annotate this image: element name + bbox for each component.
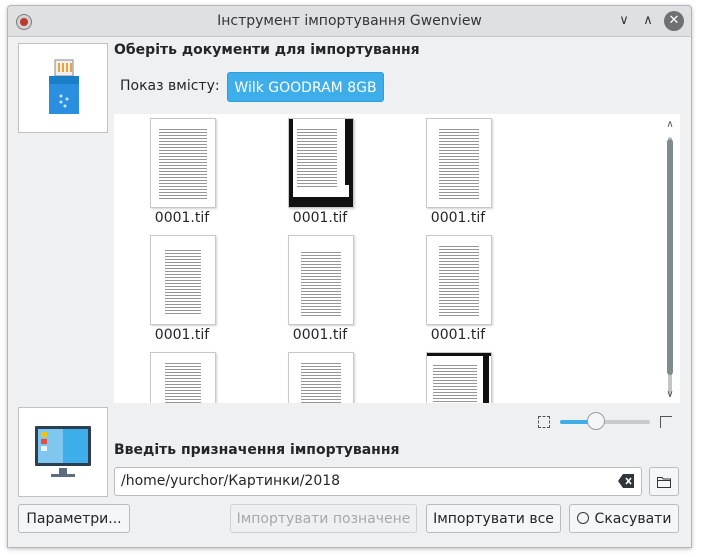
import-selected-button[interactable]: Імпортувати позначене [230, 504, 417, 533]
zoom-out-icon[interactable] [538, 416, 550, 428]
destination-heading: Введіть призначення імпортування [114, 442, 400, 458]
usb-drive-icon [49, 59, 79, 114]
thumbnail-image[interactable] [426, 235, 492, 325]
thumbnail-caption: 0001.tif [292, 327, 348, 343]
thumbnail-gallery[interactable]: 0001.tif 0001.tif 0001.tif 0001.tif 0001… [114, 114, 680, 403]
thumbnail-image[interactable] [150, 352, 216, 403]
gallery-scrollbar[interactable]: ∧ ∨ [665, 119, 675, 401]
device-select-button[interactable]: Wilk GOODRAM 8GB [227, 72, 384, 102]
show-content-label: Показ вмісту: [120, 78, 220, 94]
scroll-down-arrow-icon[interactable]: ∨ [665, 389, 675, 401]
thumbnail-caption: 0001.tif [292, 210, 348, 226]
import-dialog-window: Інструмент імпортування Gwenview ∨ ∧ ✕ О… [7, 5, 692, 548]
cancel-circle-icon [576, 512, 589, 524]
source-heading: Оберіть документи для імпортування [114, 42, 420, 58]
thumbnail-image[interactable] [288, 352, 354, 403]
source-device-frame [18, 43, 108, 133]
destination-path-value: /home/yurchor/Картинки/2018 [121, 473, 341, 489]
minimize-chevron-down-icon[interactable]: ∨ [613, 10, 635, 32]
settings-button[interactable]: Параметри... [18, 504, 130, 533]
close-icon[interactable]: ✕ [664, 11, 684, 31]
clear-field-icon[interactable] [618, 474, 634, 488]
zoom-slider-handle[interactable] [587, 412, 605, 430]
browse-folder-button[interactable] [649, 467, 679, 496]
thumbnail-image[interactable] [150, 235, 216, 325]
thumbnail-caption: 0001.tif [154, 327, 210, 343]
thumbnail-image[interactable] [426, 352, 492, 403]
maximize-chevron-up-icon[interactable]: ∧ [637, 10, 659, 32]
computer-monitor-icon [35, 426, 91, 477]
scroll-up-arrow-icon[interactable]: ∧ [665, 119, 675, 131]
destination-frame [18, 407, 108, 497]
folder-icon [657, 477, 671, 488]
thumbnail-image[interactable] [426, 118, 492, 208]
thumbnail-image[interactable] [288, 235, 354, 325]
thumbnail-caption: 0001.tif [430, 210, 486, 226]
thumbnail-image[interactable] [150, 118, 216, 208]
scrollbar-handle[interactable] [667, 139, 673, 375]
cancel-label: Скасувати [594, 511, 672, 527]
thumbnail-caption: 0001.tif [154, 210, 210, 226]
destination-path-field[interactable]: /home/yurchor/Картинки/2018 [114, 467, 642, 496]
thumbnail-caption: 0001.tif [430, 327, 486, 343]
cancel-button[interactable]: Скасувати [569, 504, 679, 533]
zoom-in-icon[interactable] [660, 416, 672, 428]
window-title: Інструмент імпортування Gwenview [217, 13, 482, 29]
title-bar[interactable]: Інструмент імпортування Gwenview ∨ ∧ ✕ [8, 6, 691, 37]
thumbnail-image[interactable] [288, 118, 354, 208]
import-all-button[interactable]: Імпортувати все [426, 504, 561, 533]
